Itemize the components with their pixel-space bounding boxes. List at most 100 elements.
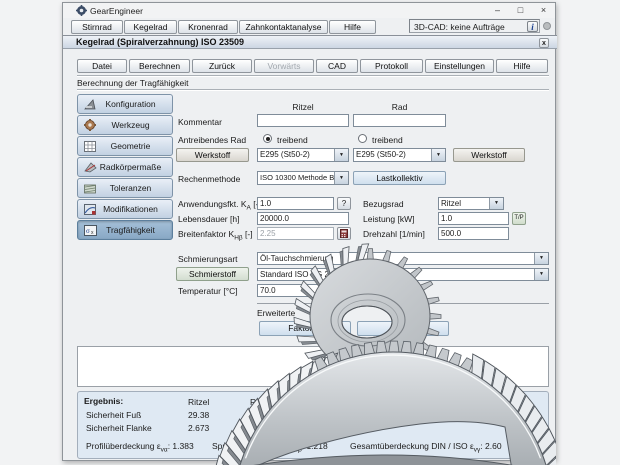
menu-kegelrad[interactable]: Kegelrad <box>124 20 177 34</box>
menu-kronenrad[interactable]: Kronenrad <box>178 20 238 34</box>
gesamt-ueberdeckung: Gesamtüberdeckung DIN / ISO εvγ: 2.60 <box>350 441 502 454</box>
anwendungsfaktor-input[interactable]: 1.0 <box>257 197 334 210</box>
radkoerpermasse-icon <box>81 161 99 174</box>
antreibendes-rad-label: Antreibendes Rad <box>178 135 246 145</box>
sidebar-item-label: Tragfähigkeit <box>99 225 162 235</box>
toolbar-zurueck[interactable]: Zurück <box>192 59 252 73</box>
lebensdauer-input[interactable]: 20000.0 <box>257 212 349 225</box>
info-icon[interactable]: i <box>527 21 538 32</box>
modifikationen-icon <box>81 203 99 216</box>
kommentar-label: Kommentar <box>178 117 222 127</box>
results-title: Ergebnis: <box>84 396 123 406</box>
toolbar-protokoll[interactable]: Protokoll <box>360 59 423 73</box>
help-button[interactable]: ? <box>337 197 351 210</box>
leistung-label: Leistung [kW] <box>363 214 415 224</box>
drehzahl-label: Drehzahl [1/min] <box>363 229 425 239</box>
message-area <box>77 346 549 387</box>
sidebar-item-modifikationen[interactable]: Modifikationen <box>77 199 173 219</box>
sidebar-item-radkoerpermasse[interactable]: Radkörpermaße <box>77 157 173 177</box>
results-col-ritzel: Ritzel <box>188 397 209 407</box>
minimize-button[interactable]: – <box>486 3 509 18</box>
material-dropdown-rad[interactable]: E295 (St50-2) ▼ <box>353 148 446 162</box>
tab-bar: Kegelrad (Spiralverzahnung) ISO 23509 x <box>63 35 557 49</box>
kommentar-input-ritzel[interactable] <box>257 114 349 127</box>
results-panel: Ergebnis: Ritzel Rad Sicherheit Fuß 29.3… <box>77 391 549 459</box>
schmierungsart-label: Schmierungsart <box>178 254 238 264</box>
sidebar-item-werkzeug[interactable]: Werkzeug <box>77 115 173 135</box>
chevron-down-icon[interactable]: ▼ <box>534 269 548 280</box>
sidebar-item-toleranzen[interactable]: Toleranzen <box>77 178 173 198</box>
sidebar-item-label: Radkörpermaße <box>99 162 162 172</box>
radio-treibend-ritzel-label: treibend <box>277 135 308 145</box>
status-led-icon <box>543 22 551 30</box>
chevron-down-icon[interactable]: ▼ <box>534 253 548 264</box>
toolbar-datei[interactable]: Datei <box>77 59 127 73</box>
temperatur-label: Temperatur [°C] <box>178 286 238 296</box>
maximize-button[interactable]: □ <box>509 3 532 18</box>
toolbar-vorwaerts[interactable]: Vorwärts <box>254 59 314 73</box>
sidebar-item-label: Toleranzen <box>99 183 162 193</box>
rechenmethode-label: Rechenmethode <box>178 174 240 184</box>
radio-treibend-ritzel[interactable] <box>263 134 272 143</box>
faktoren-button[interactable]: Faktoren <box>259 321 351 336</box>
svg-text:σ: σ <box>86 227 90 235</box>
sidebar-item-konfiguration[interactable]: Konfiguration <box>77 94 173 114</box>
menu-zahnkontaktanalyse[interactable]: Zahnkontaktanalyse <box>239 20 328 34</box>
tab-title: Kegelrad (Spiralverzahnung) ISO 23509 <box>63 36 557 49</box>
torque-power-toggle-button[interactable]: T/P <box>512 212 526 225</box>
breitenfaktor-label: Breitenfaktor KHβ [-] <box>178 229 253 242</box>
toolbar-hilfe[interactable]: Hilfe <box>496 59 548 73</box>
sidebar-item-label: Konfiguration <box>99 99 162 109</box>
werkstoff-button-ritzel[interactable]: Werkstoff <box>176 148 249 162</box>
toleranzen-icon <box>81 182 99 195</box>
schmierstoff-dropdown[interactable]: Standard ISO VG 220 ▼ <box>257 268 549 281</box>
close-button[interactable]: × <box>532 3 555 18</box>
results-col-rad: Rad <box>250 397 266 407</box>
kommentar-input-rad[interactable] <box>353 114 446 127</box>
chevron-down-icon[interactable]: ▼ <box>489 198 503 209</box>
toolbar-einstellungen[interactable]: Einstellungen <box>425 59 494 73</box>
konfiguration-icon <box>81 98 99 111</box>
chevron-down-icon[interactable]: ▼ <box>334 172 348 184</box>
schmierstoff-button[interactable]: Schmierstoff <box>176 267 249 281</box>
tragfaehigkeit-icon: σx <box>81 224 99 237</box>
calculator-icon[interactable] <box>337 227 351 240</box>
lebensdauer-label: Lebensdauer [h] <box>178 214 239 224</box>
tab-close-icon[interactable]: x <box>539 38 549 48</box>
werkzeug-icon <box>81 119 99 132</box>
radio-treibend-rad-label: treibend <box>372 135 403 145</box>
window-title: GearEngineer <box>90 6 143 16</box>
sidebar-item-label: Geometrie <box>99 141 162 151</box>
secondary-button[interactable] <box>357 321 449 336</box>
radio-treibend-rad[interactable] <box>358 134 367 143</box>
menu-stirnrad[interactable]: Stirnrad <box>71 20 123 34</box>
chevron-down-icon[interactable]: ▼ <box>431 149 445 161</box>
sidebar-item-geometrie[interactable]: Geometrie <box>77 136 173 156</box>
schmierungsart-dropdown[interactable]: Öl-Tauchschmierung ▼ <box>257 252 549 265</box>
result-row-value: 2.673 <box>188 423 209 433</box>
rechenmethode-dropdown[interactable]: ISO 10300 Methode B1 ▼ <box>257 171 349 185</box>
app-logo-icon <box>76 5 87 16</box>
column-header-ritzel: Ritzel <box>257 102 349 112</box>
werkstoff-button-rad[interactable]: Werkstoff <box>453 148 525 162</box>
column-header-rad: Rad <box>353 102 446 112</box>
lastkollektiv-button[interactable]: Lastkollektiv <box>353 171 446 185</box>
material-dropdown-ritzel[interactable]: E295 (St50-2) ▼ <box>257 148 349 162</box>
screen: GearEngineer – □ × Stirnrad Kegelrad Kro… <box>0 0 620 465</box>
bezugsrad-dropdown[interactable]: Ritzel ▼ <box>438 197 504 210</box>
breitenfaktor-input[interactable]: 2.25 <box>257 227 334 240</box>
leistung-input[interactable]: 1.0 <box>438 212 509 225</box>
toolbar-cad[interactable]: CAD <box>316 59 358 73</box>
drehzahl-input[interactable]: 500.0 <box>438 227 509 240</box>
cad-status-panel: 3D-CAD: keine Aufträge i <box>409 19 540 33</box>
sidebar-item-tragfaehigkeit[interactable]: σx Tragfähigkeit <box>77 220 173 240</box>
chevron-down-icon[interactable]: ▼ <box>334 149 348 161</box>
result-row-value: 29.38 <box>188 410 209 420</box>
menu-hilfe[interactable]: Hilfe <box>329 20 376 34</box>
profil-ueberdeckung: Profilüberdeckung εvα: 1.383 <box>86 441 194 454</box>
result-row-label: Sicherheit Flanke <box>86 423 152 433</box>
temperatur-input[interactable]: 70.0 <box>257 284 349 297</box>
toolbar-berechnen[interactable]: Berechnen <box>129 59 190 73</box>
divider <box>77 89 549 91</box>
sprung-ueberdeckung: Sprungüberdeckung εvβ: 1.218 <box>212 441 328 454</box>
